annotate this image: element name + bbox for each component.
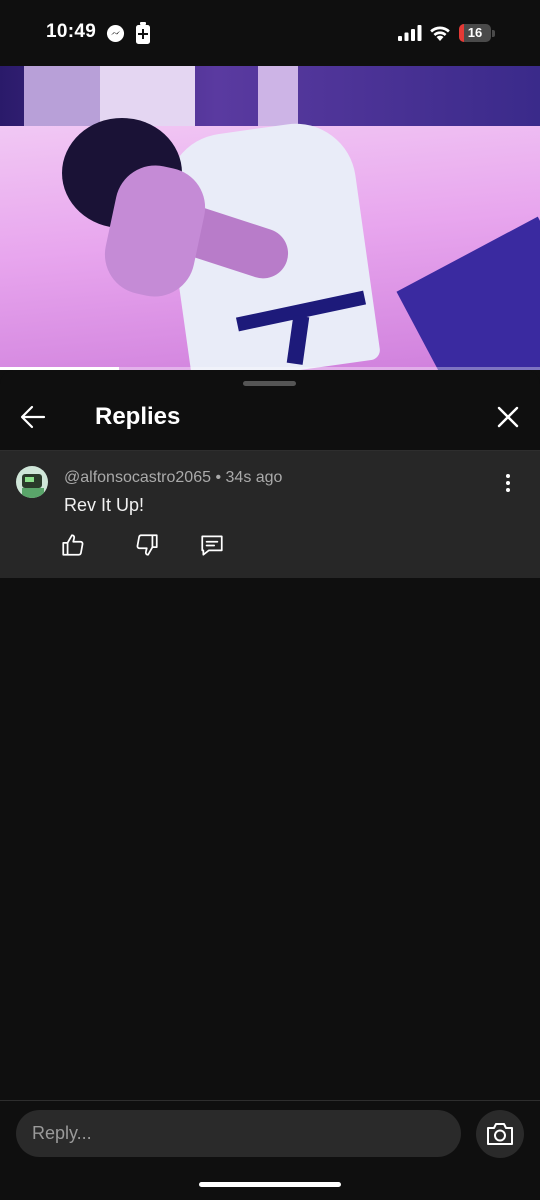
sheet-title: Replies (95, 403, 181, 430)
battery-cap (492, 30, 495, 37)
arrow-left-icon (20, 405, 46, 429)
comment-author[interactable]: @alfonsocastro2065 (64, 469, 211, 486)
camera-button[interactable] (476, 1110, 524, 1158)
close-button[interactable] (491, 400, 525, 434)
battery-icon: 16 (459, 24, 491, 42)
camera-icon (487, 1123, 513, 1145)
video-wall (258, 66, 298, 128)
comment: @alfonsocastro2065 • 34s ago Rev It Up! (0, 451, 540, 578)
avatar[interactable] (16, 466, 48, 498)
close-icon (497, 406, 519, 428)
video-wall (100, 66, 195, 126)
wifi-icon (430, 26, 450, 41)
comment-text: Rev It Up! (64, 495, 145, 515)
status-time: 10:49 (46, 21, 97, 42)
replies-sheet: Replies @alfonsocastro2065 • 34s ago Rev… (0, 370, 540, 1200)
signal-icon (398, 25, 422, 41)
bottom-divider (0, 1100, 540, 1101)
more-vertical-icon (506, 474, 510, 492)
avatar-shape (25, 477, 34, 482)
like-button[interactable] (60, 532, 86, 558)
avatar-shape (22, 488, 44, 498)
dislike-button[interactable] (134, 532, 160, 558)
reply-input[interactable] (16, 1110, 461, 1157)
drag-handle[interactable] (243, 381, 296, 386)
battery-saver-icon (136, 22, 150, 44)
status-bar: 10:49 16 (0, 0, 540, 66)
comment-reply-icon (201, 535, 223, 556)
home-indicator[interactable] (199, 1182, 341, 1187)
thumb-down-icon (136, 534, 158, 556)
thumb-up-icon (62, 534, 84, 556)
video-player[interactable] (0, 66, 540, 370)
reply-button[interactable] (199, 532, 225, 558)
battery-level: 16 (467, 25, 483, 40)
back-button[interactable] (16, 400, 50, 434)
more-button[interactable] (496, 471, 520, 495)
messenger-icon (106, 24, 125, 43)
comment-meta: @alfonsocastro2065 • 34s ago (64, 469, 282, 487)
meta-separator: • (215, 469, 222, 486)
comment-time: 34s ago (225, 469, 283, 486)
